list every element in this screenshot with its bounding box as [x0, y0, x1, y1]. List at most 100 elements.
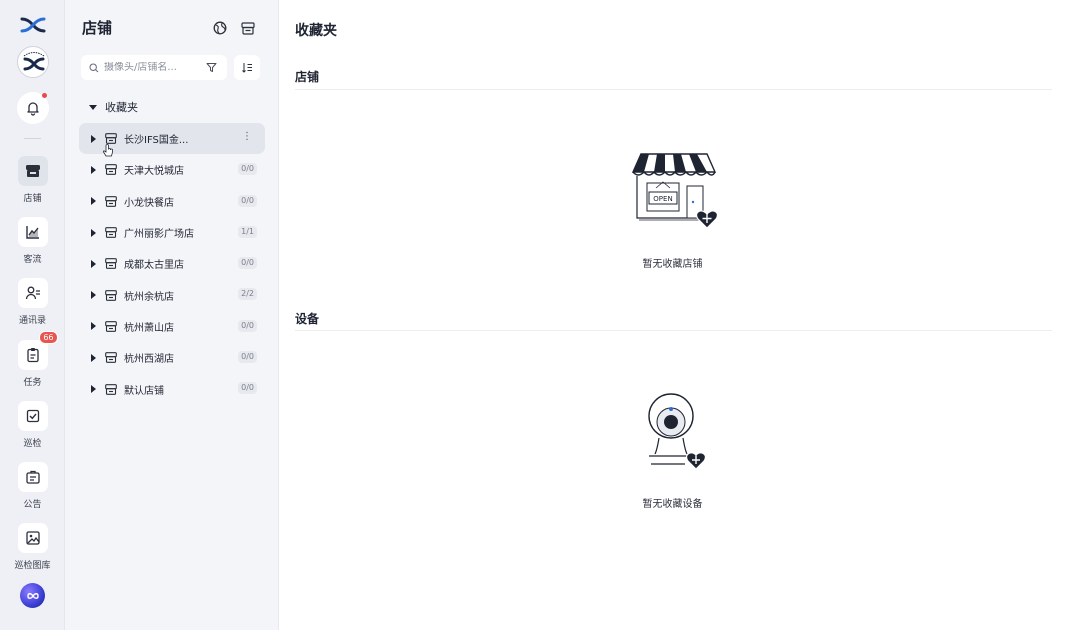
store-list: 长沙IFS国金... ⋮ 天津大悦城店 0/0 小龙快餐店 0/0 广州丽影广场…	[79, 123, 265, 405]
device-count: 0/0	[238, 194, 257, 207]
search-input[interactable]	[104, 62, 194, 73]
announcement-icon	[25, 470, 40, 484]
search-icon	[89, 62, 99, 72]
panel-title: 店铺	[82, 19, 113, 37]
store-row[interactable]: 杭州西湖店 0/0	[79, 342, 265, 373]
chart-icon	[25, 226, 39, 239]
filter-icon[interactable]	[206, 62, 217, 73]
device-count: 1/1	[238, 225, 257, 238]
sort-list-icon	[241, 63, 252, 73]
rail-label-announcement: 公告	[23, 500, 42, 510]
store-name: 天津大悦城店	[124, 166, 184, 178]
stores-empty-text: 暂无收藏店铺	[642, 259, 703, 270]
store-row[interactable]: 杭州余杭店 2/2	[79, 279, 265, 310]
shop-icon	[105, 321, 117, 332]
empty-device-illustration-icon	[648, 393, 707, 470]
rail-label-contacts: 通讯录	[18, 316, 46, 326]
rail-item-announcement[interactable]: 公告	[0, 462, 65, 510]
infinity-icon	[26, 592, 39, 599]
search-box	[81, 55, 227, 80]
devices-empty-text: 暂无收藏设备	[642, 499, 703, 510]
rail-item-traffic[interactable]: 客流	[0, 217, 65, 265]
more-options-icon[interactable]: ⋮	[242, 131, 252, 142]
device-count: 0/0	[238, 257, 257, 270]
rail-divider	[24, 138, 41, 139]
hand-cursor-icon	[102, 144, 113, 157]
stores-section-title: 店铺	[295, 70, 320, 84]
ai-assistant-button[interactable]	[20, 583, 45, 608]
device-count: 2/2	[238, 288, 257, 301]
store-row[interactable]: 杭州萧山店 0/0	[79, 311, 265, 342]
nav-rail: 店铺 客流 通讯录 66 任务 巡检 公告 巡检图库	[0, 0, 65, 630]
store-row[interactable]: 成都太古里店 0/0	[79, 248, 265, 279]
caret-right-icon[interactable]	[91, 291, 96, 300]
rail-label-tasks: 任务	[23, 378, 42, 388]
shop-icon	[105, 164, 117, 176]
shop-icon	[105, 352, 117, 364]
globe-button[interactable]	[212, 20, 228, 36]
store-icon	[25, 165, 40, 177]
store-name: 小龙快餐店	[124, 197, 174, 209]
device-count: 0/0	[238, 382, 257, 395]
rail-label-inspection: 巡检	[23, 439, 42, 449]
storefront-icon	[241, 21, 255, 35]
store-name: 杭州余杭店	[124, 291, 174, 303]
shop-icon	[105, 383, 117, 395]
caret-right-icon[interactable]	[91, 322, 96, 331]
avatar[interactable]	[17, 46, 49, 78]
caret-right-icon[interactable]	[91, 353, 96, 362]
device-count: 0/0	[238, 351, 257, 364]
devices-section-divider	[295, 330, 1052, 331]
caret-right-icon[interactable]	[91, 165, 96, 174]
stores-section-divider	[295, 89, 1052, 90]
rail-item-store[interactable]: 店铺	[0, 156, 65, 204]
store-row[interactable]: 小龙快餐店 0/0	[79, 186, 265, 217]
empty-store-illustration-icon: OPEN	[631, 153, 719, 229]
globe-icon	[213, 21, 227, 35]
rail-item-contacts[interactable]: 通讯录	[0, 278, 65, 326]
store-name: 默认店铺	[124, 385, 164, 397]
store-view-button[interactable]	[240, 20, 256, 36]
page-title: 收藏夹	[295, 23, 337, 39]
shop-icon	[105, 289, 117, 301]
device-count: 0/0	[238, 319, 257, 332]
store-name: 成都太古里店	[124, 260, 184, 272]
contacts-icon	[25, 286, 40, 300]
shop-icon	[105, 227, 117, 238]
store-name: 杭州萧山店	[124, 322, 174, 334]
shop-icon	[105, 195, 117, 207]
caret-right-icon[interactable]	[91, 385, 96, 394]
store-name: 长沙IFS国金...	[124, 135, 189, 147]
open-sign-text: OPEN	[653, 195, 672, 203]
avatar-logo-icon	[19, 48, 48, 77]
caret-down-icon	[89, 104, 97, 110]
caret-right-icon[interactable]	[91, 259, 96, 268]
store-row[interactable]: 广州丽影广场店 1/1	[79, 217, 265, 248]
notifications-button[interactable]	[17, 92, 49, 124]
rail-item-inspection[interactable]: 巡检	[0, 401, 65, 449]
sort-button[interactable]	[234, 55, 260, 80]
store-name: 广州丽影广场店	[124, 229, 194, 241]
rail-label-store: 店铺	[23, 194, 42, 204]
main-content: 收藏夹 店铺 OPEN 暂无收藏店铺 设备 暂无收藏设备	[279, 0, 1080, 630]
caret-right-icon[interactable]	[91, 197, 96, 206]
caret-right-icon[interactable]	[91, 134, 96, 143]
task-count-badge: 66	[39, 331, 58, 344]
task-icon	[26, 348, 39, 363]
store-name: 杭州西湖店	[124, 354, 174, 366]
rail-item-tasks[interactable]: 66 任务	[0, 331, 65, 388]
favorites-label: 收藏夹	[105, 101, 138, 114]
store-row[interactable]: 天津大悦城店 0/0	[79, 154, 265, 185]
favorites-group-toggle[interactable]: 收藏夹	[89, 99, 138, 115]
caret-right-icon[interactable]	[91, 228, 96, 237]
devices-section-title: 设备	[295, 312, 320, 326]
device-count: 0/0	[238, 163, 257, 176]
gallery-icon	[25, 531, 40, 545]
rail-item-gallery[interactable]: 巡检图库	[0, 523, 65, 571]
shop-icon	[105, 133, 117, 144]
app-logo-icon[interactable]	[20, 16, 46, 34]
bell-icon	[27, 102, 39, 116]
notification-dot	[42, 93, 47, 98]
checklist-icon	[26, 409, 39, 423]
store-row[interactable]: 默认店铺 0/0	[79, 373, 265, 404]
